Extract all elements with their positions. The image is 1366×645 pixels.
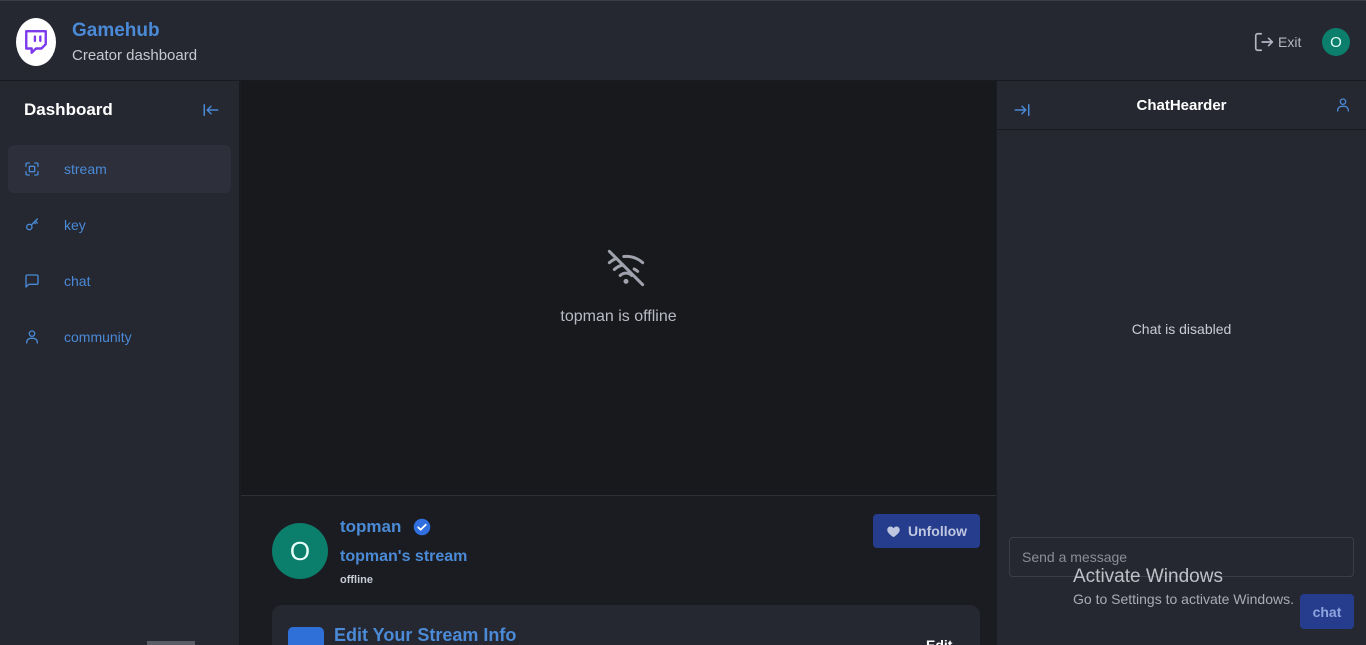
sidebar-item-community[interactable]: community [8,313,231,361]
info-icon [288,627,324,645]
exit-button[interactable]: Exit [1253,31,1301,53]
unfollow-button[interactable]: Unfollow [873,514,980,548]
key-icon [26,218,38,231]
chat-disabled-message: Chat is disabled [1131,321,1232,337]
brand-subtitle: Creator dashboard [72,47,198,64]
user-icon [26,330,38,344]
sidebar-item-label: community [64,329,132,345]
video-player[interactable]: topman is offline [241,81,996,496]
edit-button[interactable]: Edit [926,637,952,645]
user-icon[interactable] [1335,97,1351,113]
stream-status: offline [340,574,373,586]
main-content: topman is offline O topman topman's stre… [241,81,996,645]
sidebar-item-stream[interactable]: stream [8,145,231,193]
sidebar-item-chat[interactable]: chat [8,257,231,305]
verified-badge-icon [413,518,431,536]
streamer-username: topman [340,517,402,536]
windows-watermark-subtitle: Go to Settings to activate Windows. [1073,591,1294,607]
twitch-logo-icon[interactable] [16,18,56,66]
chat-header: ChatHearder [997,81,1366,130]
collapse-left-icon[interactable] [202,101,220,119]
horizontal-scrollbar[interactable] [147,641,195,645]
chat-title: ChatHearder [1136,97,1227,114]
user-avatar[interactable]: O [1322,28,1350,56]
top-navbar: Gamehub Creator dashboard Exit O [0,0,1366,81]
heart-icon [887,526,900,537]
sidebar-title: Dashboard [24,100,113,119]
edit-stream-info-card: Edit Your Stream Info Edit [272,605,980,645]
streamer-avatar[interactable]: O [272,523,328,579]
sidebar: Dashboard stream key chat community [0,81,240,645]
logout-icon [1254,32,1274,52]
fullscreen-icon [25,162,39,176]
wifi-off-icon [607,249,645,287]
chat-panel: ChatHearder Chat is disabled chat [997,81,1366,645]
sidebar-item-label: chat [64,273,91,289]
offline-message: topman is offline [560,308,677,325]
chat-send-button[interactable]: chat [1300,594,1354,629]
unfollow-label: Unfollow [907,523,968,539]
brand-title: Gamehub [72,20,160,41]
sidebar-item-label: stream [64,161,107,177]
stream-title: topman's stream [340,548,468,565]
windows-watermark-title: Activate Windows [1073,566,1223,587]
sidebar-item-key[interactable]: key [8,201,231,249]
sidebar-item-label: key [64,217,86,233]
message-icon [25,274,39,288]
edit-card-title: Edit Your Stream Info [334,625,517,645]
exit-label: Exit [1278,34,1302,50]
